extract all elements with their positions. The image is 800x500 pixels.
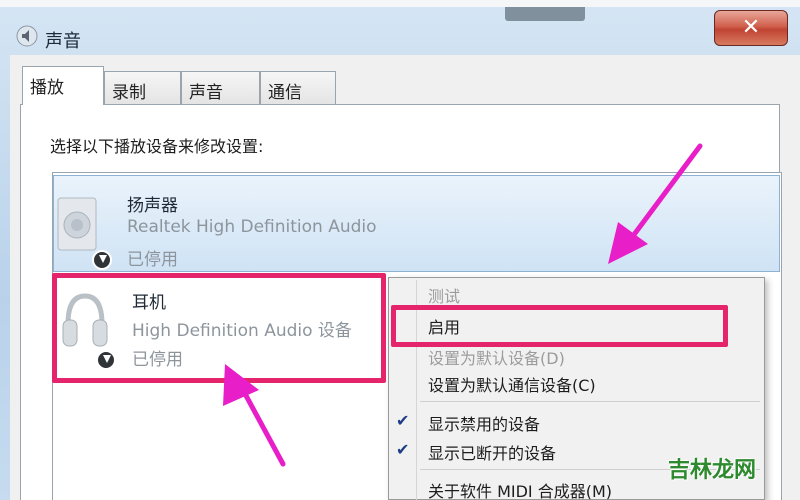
- checkmark-icon: ✔: [396, 411, 410, 430]
- tab-recording[interactable]: 录制: [104, 71, 181, 104]
- disabled-badge-icon: [92, 250, 112, 270]
- device-name: 扬声器: [127, 196, 178, 216]
- device-driver: Realtek High Definition Audio: [127, 217, 377, 237]
- menu-item-set-default-comm[interactable]: 设置为默认通信设备(C): [428, 372, 596, 396]
- menu-item-about-midi[interactable]: 关于软件 MIDI 合成器(M): [428, 478, 612, 500]
- close-button[interactable]: ✕: [714, 10, 788, 46]
- window-title: 声音: [45, 31, 81, 52]
- tab-sounds[interactable]: 声音: [181, 71, 260, 104]
- menu-item-show-disconnected[interactable]: 显示已断开的设备: [428, 440, 556, 464]
- top-strip: [0, 0, 800, 7]
- menu-item-test[interactable]: 测试: [428, 283, 460, 307]
- speaker-icon: [16, 25, 38, 47]
- watermark-text: 吉林龙网: [668, 458, 757, 483]
- menu-item-set-default[interactable]: 设置为默认设备(D): [428, 345, 565, 369]
- device-status: 已停用: [127, 250, 178, 270]
- menu-item-show-disabled[interactable]: 显示禁用的设备: [428, 411, 540, 435]
- enable-highlight-box: [391, 305, 728, 347]
- checkmark-icon: ✔: [396, 440, 410, 459]
- speaker-device-icon: [57, 197, 97, 251]
- title-bar[interactable]: 声音: [0, 7, 800, 55]
- menu-separator: [420, 401, 760, 402]
- tab-communications[interactable]: 通信: [260, 71, 336, 104]
- instruction-text: 选择以下播放设备来修改设置:: [50, 137, 264, 156]
- arrow-icon: [223, 364, 286, 467]
- tab-playback[interactable]: 播放: [22, 66, 104, 105]
- arrow-icon: [608, 143, 703, 264]
